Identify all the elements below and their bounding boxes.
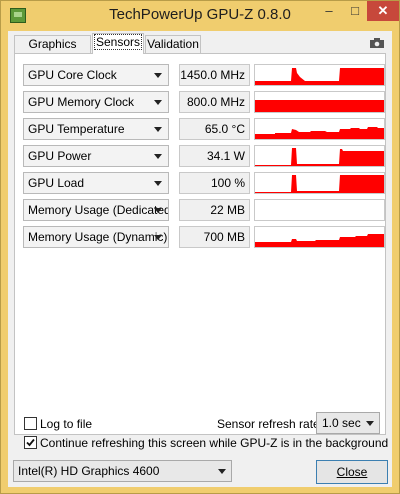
close-button-label: Close: [336, 465, 368, 479]
sensor-row: GPU Core Clock 1450.0 MHz: [23, 64, 385, 86]
sensor-select[interactable]: GPU Memory Clock: [23, 91, 169, 113]
gpu-z-window: TechPowerUp GPU-Z 0.8.0 – □ ✕ Graphics C…: [0, 0, 400, 494]
continue-refresh-label: Continue refreshing this screen while GP…: [40, 436, 389, 450]
sensor-name: GPU Temperature: [28, 122, 125, 136]
close-button[interactable]: Close: [316, 460, 388, 484]
minimize-button[interactable]: –: [316, 1, 342, 21]
sensor-name: GPU Core Clock: [28, 68, 117, 82]
sensor-value: 34.1 W: [179, 145, 250, 167]
chevron-down-icon: [154, 208, 162, 213]
sensor-name: GPU Memory Clock: [28, 95, 135, 109]
sensor-value: 1450.0 MHz: [179, 64, 250, 86]
sensor-select[interactable]: GPU Power: [23, 145, 169, 167]
sensor-graph: [254, 145, 385, 167]
sensor-name: Memory Usage (Dedicated): [28, 203, 169, 217]
sensor-select[interactable]: Memory Usage (Dedicated): [23, 199, 169, 221]
maximize-button[interactable]: □: [342, 1, 368, 21]
tab-validation[interactable]: Validation: [145, 35, 201, 53]
window-close-button[interactable]: ✕: [367, 1, 399, 21]
sensor-row: Memory Usage (Dedicated) 22 MB: [23, 199, 385, 221]
chevron-down-icon: [154, 154, 162, 159]
sensor-graph: [254, 199, 385, 221]
sensor-value: 65.0 °C: [179, 118, 250, 140]
tab-sensors-label: Sensors: [93, 34, 143, 50]
sensor-row: GPU Memory Clock 800.0 MHz: [23, 91, 385, 113]
sensor-value: 700 MB: [179, 226, 250, 248]
sensor-value: 100 %: [179, 172, 250, 194]
tab-graphics-card[interactable]: Graphics Card: [14, 35, 91, 67]
chevron-down-icon: [154, 100, 162, 105]
sensor-name: GPU Power: [28, 149, 92, 163]
chevron-down-icon: [154, 235, 162, 240]
sensor-value: 22 MB: [179, 199, 250, 221]
refresh-rate-value: 1.0 sec: [322, 416, 361, 430]
chevron-down-icon: [154, 181, 162, 186]
checkmark-icon: [26, 438, 35, 447]
sensor-row: GPU Power 34.1 W: [23, 145, 385, 167]
client-area: Graphics Card Sensors Validation GPU Cor…: [8, 31, 392, 487]
chevron-down-icon: [154, 73, 162, 78]
continue-refresh-checkbox[interactable]: [24, 436, 37, 449]
sensor-graph: [254, 118, 385, 140]
sensor-select[interactable]: GPU Load: [23, 172, 169, 194]
sensor-graph: [254, 172, 385, 194]
sensor-name: Memory Usage (Dynamic): [28, 230, 168, 244]
chevron-down-icon: [154, 127, 162, 132]
sensor-row: Memory Usage (Dynamic) 700 MB: [23, 226, 385, 248]
log-to-file-checkbox[interactable]: [24, 417, 37, 430]
sensor-select[interactable]: GPU Core Clock: [23, 64, 169, 86]
sensor-name: GPU Load: [28, 176, 85, 190]
log-to-file-label: Log to file: [40, 417, 93, 431]
title-bar[interactable]: TechPowerUp GPU-Z 0.8.0 – □ ✕: [1, 1, 399, 31]
refresh-rate-label: Sensor refresh rate:: [217, 417, 324, 431]
gpu-select[interactable]: Intel(R) HD Graphics 4600: [13, 460, 232, 482]
tab-sensors[interactable]: Sensors: [92, 33, 144, 54]
gpu-select-value: Intel(R) HD Graphics 4600: [18, 464, 160, 478]
chevron-down-icon: [366, 421, 374, 426]
sensor-value: 800.0 MHz: [179, 91, 250, 113]
sensor-select[interactable]: Memory Usage (Dynamic): [23, 226, 169, 248]
refresh-rate-select[interactable]: 1.0 sec: [316, 412, 380, 434]
sensor-graph: [254, 64, 385, 86]
sensor-select[interactable]: GPU Temperature: [23, 118, 169, 140]
sensor-graph: [254, 91, 385, 113]
sensor-row: GPU Temperature 65.0 °C: [23, 118, 385, 140]
chevron-down-icon: [218, 469, 226, 474]
sensors-panel: GPU Core Clock 1450.0 MHz GPU Memory Clo…: [14, 53, 386, 435]
sensor-graph: [254, 226, 385, 248]
camera-icon[interactable]: [370, 38, 384, 48]
sensor-row: GPU Load 100 %: [23, 172, 385, 194]
